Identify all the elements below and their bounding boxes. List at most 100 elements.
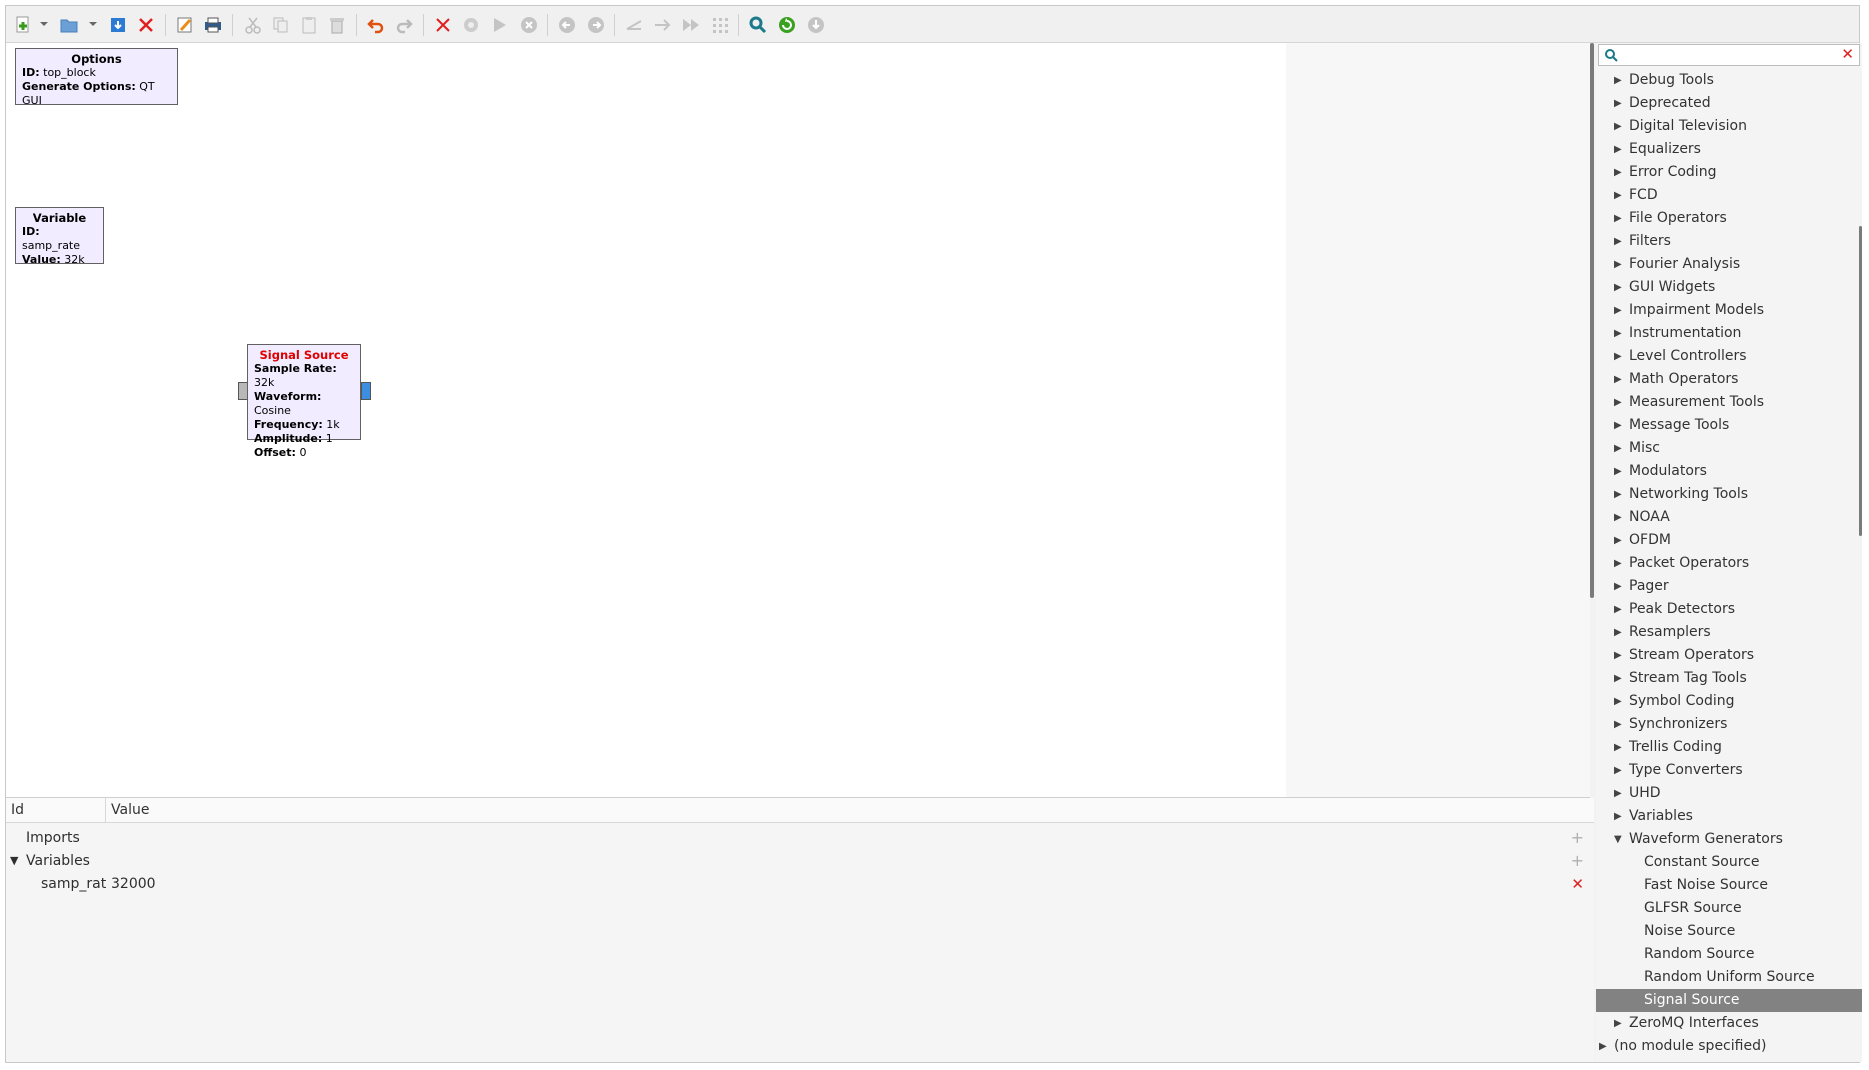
library-category[interactable]: ▶ Message Tools: [1596, 414, 1862, 437]
library-category[interactable]: ▶ Digital Television: [1596, 115, 1862, 138]
delete-icon[interactable]: [326, 14, 348, 36]
imports-row[interactable]: Imports +: [6, 827, 1594, 849]
library-category[interactable]: ▶ Debug Tools: [1596, 69, 1862, 92]
chevron-right-icon[interactable]: ▶: [1614, 1012, 1622, 1035]
chevron-right-icon[interactable]: ▶: [1614, 644, 1622, 667]
library-scrollbar[interactable]: [1859, 226, 1862, 536]
remove-variable-icon[interactable]: ✕: [1571, 873, 1584, 895]
library-block-item[interactable]: Fast Noise Source: [1596, 874, 1862, 897]
chevron-right-icon[interactable]: ▶: [1614, 690, 1622, 713]
find-icon[interactable]: [747, 14, 769, 36]
rotate-cw-icon[interactable]: [585, 14, 607, 36]
variable-entry-row[interactable]: samp_rat 32000 ✕: [6, 873, 1594, 895]
chevron-right-icon[interactable]: ▶: [1614, 736, 1622, 759]
library-block-item[interactable]: Random Source: [1596, 943, 1862, 966]
library-category[interactable]: ▶ FCD: [1596, 184, 1862, 207]
chevron-right-icon[interactable]: ▶: [1614, 161, 1622, 184]
chevron-right-icon[interactable]: ▶: [1614, 598, 1622, 621]
library-category[interactable]: ▶ (no module specified): [1596, 1035, 1862, 1058]
flowgraph-canvas[interactable]: Options ID: top_block Generate Options: …: [6, 43, 1590, 798]
library-block-item[interactable]: Random Uniform Source: [1596, 966, 1862, 989]
library-category[interactable]: ▶ Equalizers: [1596, 138, 1862, 161]
remove-icon[interactable]: [432, 14, 454, 36]
chevron-right-icon[interactable]: ▶: [1614, 483, 1622, 506]
library-block-item[interactable]: GLFSR Source: [1596, 897, 1862, 920]
library-category[interactable]: ▶ Networking Tools: [1596, 483, 1862, 506]
undo-icon[interactable]: [365, 14, 387, 36]
library-category[interactable]: ▶ Level Controllers: [1596, 345, 1862, 368]
library-category[interactable]: ▶ GUI Widgets: [1596, 276, 1862, 299]
library-category[interactable]: ▶ Stream Tag Tools: [1596, 667, 1862, 690]
chevron-right-icon[interactable]: ▶: [1614, 575, 1622, 598]
library-category[interactable]: ▶ Measurement Tools: [1596, 391, 1862, 414]
library-block-item[interactable]: Noise Source: [1596, 920, 1862, 943]
library-category[interactable]: ▶ Symbol Coding: [1596, 690, 1862, 713]
chevron-down-icon[interactable]: ▼: [1614, 828, 1622, 851]
library-category[interactable]: ▶ Synchronizers: [1596, 713, 1862, 736]
library-category[interactable]: ▶ NOAA: [1596, 506, 1862, 529]
chevron-right-icon[interactable]: ▶: [1614, 460, 1622, 483]
chevron-right-icon[interactable]: ▶: [1614, 759, 1622, 782]
options-block[interactable]: Options ID: top_block Generate Options: …: [15, 48, 178, 107]
chevron-right-icon[interactable]: ▶: [1614, 253, 1622, 276]
open-icon[interactable]: [58, 14, 80, 36]
search-input[interactable]: [1621, 47, 1835, 65]
chevron-right-icon[interactable]: ▶: [1614, 506, 1622, 529]
library-category[interactable]: ▶ ZeroMQ Interfaces: [1596, 1012, 1862, 1035]
library-category[interactable]: ▶ UHD: [1596, 782, 1862, 805]
library-category[interactable]: ▶ Instrumentation: [1596, 322, 1862, 345]
chevron-right-icon[interactable]: ▶: [1614, 437, 1622, 460]
chevron-right-icon[interactable]: ▶: [1614, 391, 1622, 414]
chevron-right-icon[interactable]: ▶: [1614, 115, 1622, 138]
library-category[interactable]: ▶ Modulators: [1596, 460, 1862, 483]
library-block-item[interactable]: Constant Source: [1596, 851, 1862, 874]
signal-source-block[interactable]: Signal Source Sample Rate: 32k Waveform:…: [247, 344, 361, 459]
add-variable-icon[interactable]: +: [1571, 850, 1584, 872]
chevron-right-icon[interactable]: ▶: [1614, 414, 1622, 437]
col-id-header[interactable]: Id: [11, 802, 24, 818]
paste-icon[interactable]: [298, 14, 320, 36]
chevron-right-icon[interactable]: ▶: [1614, 299, 1622, 322]
col-value-header[interactable]: Value: [111, 802, 149, 818]
chevron-right-icon[interactable]: ▶: [1614, 230, 1622, 253]
chevron-right-icon[interactable]: ▶: [1614, 782, 1622, 805]
save-icon[interactable]: [107, 14, 129, 36]
reload-icon[interactable]: [776, 14, 798, 36]
library-category[interactable]: ▶ Filters: [1596, 230, 1862, 253]
library-category[interactable]: ▶ Trellis Coding: [1596, 736, 1862, 759]
new-icon[interactable]: [12, 14, 34, 36]
library-block-item[interactable]: Signal Source: [1596, 989, 1862, 1012]
variable-block[interactable]: Variable ID: samp_rate Value: 32k: [15, 207, 104, 266]
chevron-right-icon[interactable]: ▶: [1614, 207, 1622, 230]
library-category[interactable]: ▶ Math Operators: [1596, 368, 1862, 391]
chevron-right-icon[interactable]: ▶: [1614, 345, 1622, 368]
close-icon[interactable]: [135, 14, 157, 36]
disable-icon[interactable]: [460, 14, 482, 36]
library-category[interactable]: ▶ Pager: [1596, 575, 1862, 598]
grid-icon[interactable]: [709, 14, 731, 36]
enable-icon[interactable]: [623, 14, 645, 36]
run-icon[interactable]: [488, 14, 510, 36]
stop-icon[interactable]: [518, 14, 540, 36]
properties-icon[interactable]: [174, 14, 196, 36]
add-import-icon[interactable]: +: [1571, 827, 1584, 849]
library-category[interactable]: ▶ Error Coding: [1596, 161, 1862, 184]
library-category[interactable]: ▶ Stream Operators: [1596, 644, 1862, 667]
chevron-right-icon[interactable]: ▶: [1614, 713, 1622, 736]
chevron-right-icon[interactable]: ▶: [1614, 552, 1622, 575]
print-icon[interactable]: [202, 14, 224, 36]
chevron-down-icon[interactable]: [39, 19, 49, 29]
chevron-right-icon[interactable]: ▶: [1614, 667, 1622, 690]
chevron-right-icon[interactable]: ▶: [1599, 1035, 1607, 1058]
chevron-right-icon[interactable]: ▶: [1614, 184, 1622, 207]
chevron-right-icon[interactable]: ▶: [1614, 529, 1622, 552]
execute-icon[interactable]: [680, 14, 702, 36]
library-category[interactable]: ▶ Deprecated: [1596, 92, 1862, 115]
library-category[interactable]: ▶ Packet Operators: [1596, 552, 1862, 575]
library-category[interactable]: ▼ Waveform Generators: [1596, 828, 1862, 851]
variables-row[interactable]: ▼ Variables +: [6, 850, 1594, 872]
chevron-right-icon[interactable]: ▶: [1614, 621, 1622, 644]
bypass-icon[interactable]: [651, 14, 673, 36]
kill-icon[interactable]: [805, 14, 827, 36]
chevron-down-icon[interactable]: ▼: [10, 850, 18, 872]
